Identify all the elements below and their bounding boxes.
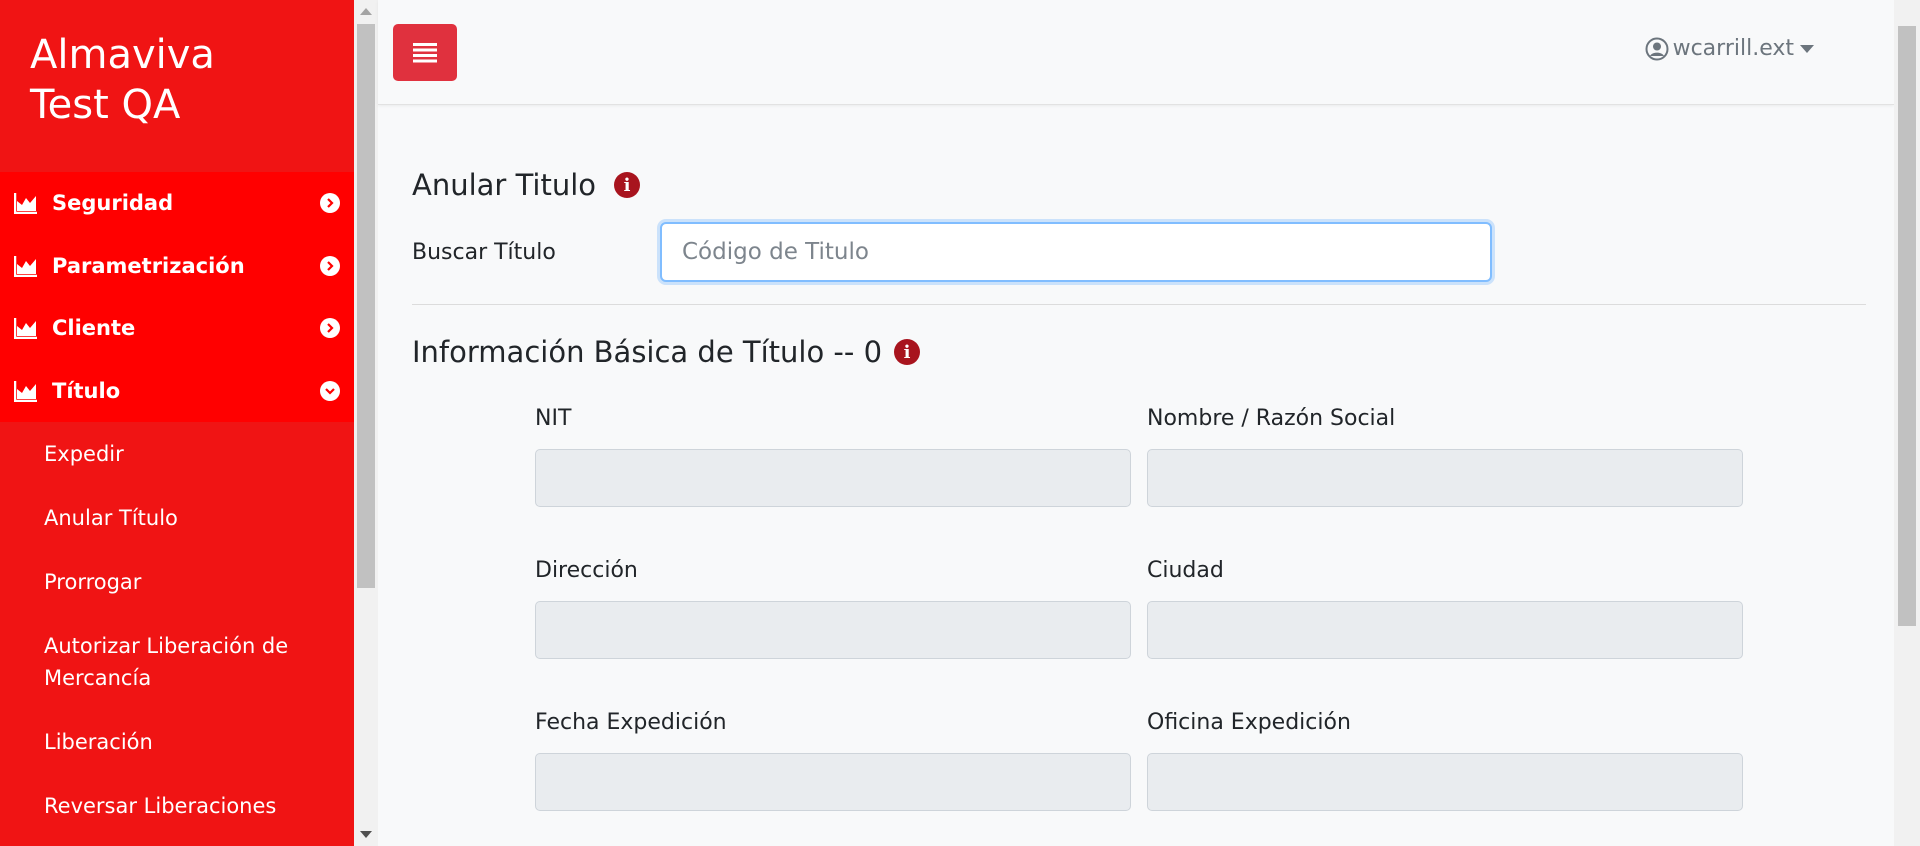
field-label: Ciudad <box>1147 558 1224 583</box>
chart-area-icon <box>14 318 37 340</box>
search-title-input[interactable] <box>660 222 1492 282</box>
brand-line-2: Test QA <box>30 82 181 128</box>
page-title: Anular Titulo <box>412 168 596 202</box>
field-direccion: Dirección <box>535 555 1131 707</box>
chevron-down-icon <box>320 380 340 401</box>
sidebar-item-label: Parametrización <box>52 253 245 278</box>
page-title-row: Anular Titulo i <box>412 168 1864 202</box>
brand-title: Almaviva Test QA <box>0 0 354 172</box>
field-ciudad: Ciudad <box>1147 555 1743 707</box>
sidebar-item-label: Cliente <box>52 316 136 341</box>
sidebar-item-label: Título <box>52 378 121 403</box>
brand-line-1: Almaviva <box>30 32 215 78</box>
submenu-item-anular-titulo[interactable]: Anular Título <box>0 486 354 550</box>
info-icon[interactable]: i <box>614 172 640 198</box>
sidebar-item-label: Seguridad <box>52 191 174 216</box>
chevron-right-icon <box>320 255 340 276</box>
username: wcarrill.ext <box>1672 36 1794 61</box>
chart-area-icon <box>14 255 37 277</box>
chart-area-icon <box>14 193 37 215</box>
user-dropdown[interactable]: wcarrill.ext <box>1645 36 1814 61</box>
divider <box>412 304 1866 305</box>
submenu-item-prorrogar[interactable]: Prorrogar <box>0 550 354 614</box>
page-scrollbar-thumb[interactable] <box>1898 26 1916 626</box>
sidebar-scrollbar-thumb[interactable] <box>357 24 375 588</box>
info-section-title: Información Básica de Título -- 0 <box>412 335 883 369</box>
field-label: Nombre / Razón Social <box>1147 406 1396 431</box>
chevron-right-icon <box>320 318 340 339</box>
page-scrollbar[interactable] <box>1894 0 1920 846</box>
submenu-item-reversar-liberaciones[interactable]: Reversar Liberaciones <box>0 774 354 838</box>
submenu-item-autorizar-liberacion[interactable]: Autorizar Liberación de Mercancía <box>0 614 354 710</box>
field-label: Dirección <box>535 558 638 583</box>
main-content: Anular Titulo i Buscar Título Informació… <box>412 105 1866 846</box>
field-label: Oficina Expedición <box>1147 710 1351 735</box>
top-navbar: wcarrill.ext <box>378 0 1894 105</box>
sidebar-menu: Seguridad Parametrización Cliente Título <box>0 172 354 422</box>
sidebar-item-titulo[interactable]: Título <box>0 360 354 423</box>
submenu-item-expedir[interactable]: Expedir <box>0 422 354 486</box>
sidebar: Almaviva Test QA Seguridad Parametrizaci… <box>0 0 354 846</box>
fecha-expedicion-field <box>535 753 1131 811</box>
field-nombre-razon-social: Nombre / Razón Social <box>1147 403 1743 555</box>
chart-area-icon <box>14 380 37 402</box>
field-fecha-expedicion: Fecha Expedición <box>535 707 1131 846</box>
oficina-expedicion-field <box>1147 753 1743 811</box>
info-section-title-row: Información Básica de Título -- 0 i <box>412 335 1864 369</box>
ciudad-field <box>1147 601 1743 659</box>
sidebar-item-parametrizacion[interactable]: Parametrización <box>0 235 354 298</box>
caret-down-icon <box>1800 44 1814 53</box>
scroll-down-arrow-icon[interactable] <box>360 831 372 838</box>
field-nit: NIT <box>535 403 1131 555</box>
bars-icon <box>413 42 437 62</box>
scroll-up-arrow-icon[interactable] <box>360 8 372 15</box>
chevron-right-icon <box>320 193 340 214</box>
direccion-field <box>535 601 1131 659</box>
submenu-item-liberacion[interactable]: Liberación <box>0 710 354 774</box>
sidebar-item-cliente[interactable]: Cliente <box>0 297 354 360</box>
nombre-razon-social-field <box>1147 449 1743 507</box>
nit-field <box>535 449 1131 507</box>
search-label: Buscar Título <box>412 239 556 265</box>
user-circle-icon <box>1645 37 1669 60</box>
field-label: NIT <box>535 406 572 431</box>
info-icon[interactable]: i <box>894 339 921 365</box>
basic-info-form: NIT Nombre / Razón Social Dirección Ciud… <box>535 403 1864 846</box>
sidebar-item-seguridad[interactable]: Seguridad <box>0 172 354 235</box>
field-label: Fecha Expedición <box>535 710 727 735</box>
sidebar-submenu-titulo: Expedir Anular Título Prorrogar Autoriza… <box>0 422 354 838</box>
field-oficina-expedicion: Oficina Expedición <box>1147 707 1743 846</box>
sidebar-scrollbar[interactable] <box>354 0 378 846</box>
search-row: Buscar Título <box>412 222 1864 282</box>
sidebar-toggle-button[interactable] <box>393 24 457 81</box>
